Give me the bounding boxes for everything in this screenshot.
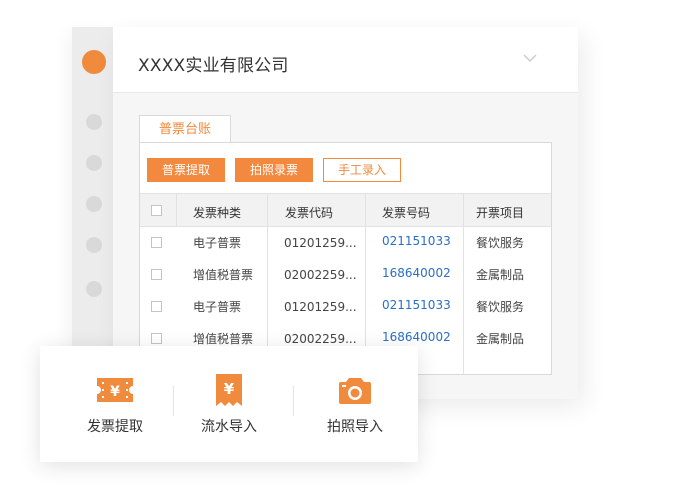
column-divider [463,193,464,375]
invoice-item: 金属制品 [476,332,525,346]
invoice-item: 餐饮服务 [476,300,525,314]
photo-entry-button[interactable]: 拍照录票 [235,158,313,182]
main-window: XXXX实业有限公司 普票台账 普票提取 拍照录票 手工录入 发票种类 发票代码… [113,27,578,399]
row-checkbox[interactable] [151,269,162,280]
sidebar-item-active[interactable] [82,50,106,74]
invoice-number[interactable]: 021151033 [382,298,451,312]
photo-import-option[interactable]: 拍照导入 [292,346,418,462]
manual-entry-button[interactable]: 手工录入 [323,158,401,182]
receipt-yuan-icon: ¥ [216,374,242,406]
row-checkbox[interactable] [151,301,162,312]
invoice-number[interactable]: 168640002 [382,266,451,280]
invoice-number[interactable]: 021151033 [382,234,451,248]
invoice-code: 01201259... [284,300,357,314]
window-header: XXXX实业有限公司 [113,27,578,93]
column-header: 发票种类 [193,206,242,220]
invoice-panel: 普票提取 拍照录票 手工录入 发票种类 发票代码 发票号码 开票项目 电子普票 … [139,142,552,375]
invoice-code: 02002259... [284,332,357,346]
invoice-type: 电子普票 [193,236,242,250]
invoice-ticket-icon: ¥ [97,378,133,402]
invoice-code: 01201259... [284,236,357,250]
chevron-down-icon[interactable] [523,53,537,63]
column-header: 发票代码 [285,206,334,220]
sidebar [72,27,113,399]
invoice-type: 电子普票 [193,300,242,314]
column-header: 开票项目 [476,206,525,220]
invoice-type: 增值税普票 [193,332,254,346]
invoice-number[interactable]: 168640002 [382,330,451,344]
sidebar-item[interactable] [86,237,102,253]
svg-text:¥: ¥ [224,380,235,398]
invoice-item: 餐饮服务 [476,236,525,250]
option-label: 拍照导入 [327,419,383,435]
sidebar-item[interactable] [86,196,102,212]
table-header: 发票种类 发票代码 发票号码 开票项目 [140,193,551,227]
option-label: 流水导入 [201,419,257,435]
invoice-item: 金属制品 [476,268,525,282]
invoice-type: 增值税普票 [193,268,254,282]
column-divider [176,193,177,227]
tab-invoice-ledger[interactable]: 普票台账 [139,115,231,143]
sidebar-item[interactable] [86,155,102,171]
option-label: 发票提取 [87,419,143,435]
row-checkbox[interactable] [151,237,162,248]
column-header: 发票号码 [382,206,431,220]
invoice-code: 02002259... [284,268,357,282]
import-options-card: ¥ 发票提取 ¥ 流水导入 拍照导入 [40,346,418,462]
sidebar-item[interactable] [86,114,102,130]
svg-text:¥: ¥ [110,384,120,400]
row-checkbox[interactable] [151,333,162,344]
select-all-checkbox[interactable] [151,205,162,216]
company-name: XXXX实业有限公司 [138,56,289,76]
camera-icon [339,378,371,404]
statement-import-option[interactable]: ¥ 流水导入 [166,346,292,462]
sidebar-item[interactable] [86,281,102,297]
extract-invoice-button[interactable]: 普票提取 [147,158,225,182]
extract-invoice-option[interactable]: ¥ 发票提取 [52,346,178,462]
